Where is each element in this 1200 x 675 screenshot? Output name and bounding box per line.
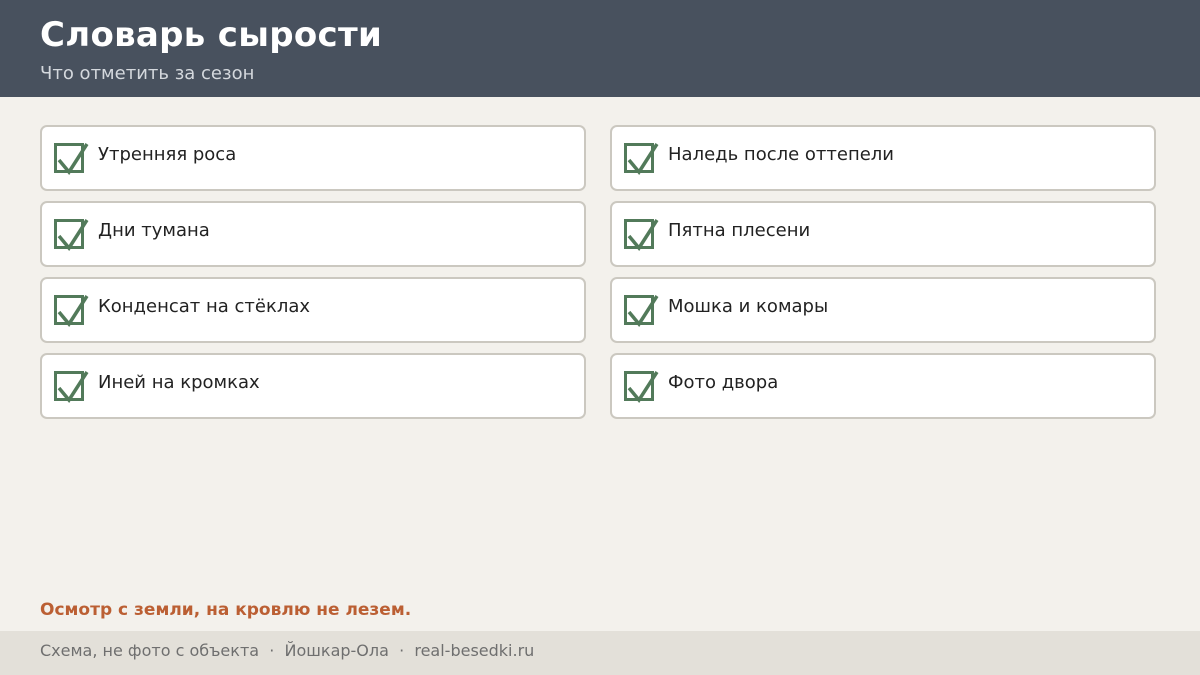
checkbox-checked[interactable] <box>624 143 659 175</box>
checkmark-icon <box>57 219 89 251</box>
checklist-item[interactable]: Дни тумана <box>40 201 586 267</box>
checklist-item[interactable]: Пятна плесени <box>610 201 1156 267</box>
checkbox-checked[interactable] <box>624 371 659 403</box>
checklist-item-label: Утренняя роса <box>98 144 237 165</box>
header: Словарь сырости Что отметить за сезон <box>0 0 1200 97</box>
checkbox-checked[interactable] <box>54 295 89 327</box>
checkmark-icon <box>627 371 659 403</box>
checkmark-icon <box>627 295 659 327</box>
footer-note: Схема, не фото с объекта <box>40 641 260 660</box>
checklist-item-label: Конденсат на стёклах <box>98 296 311 317</box>
checklist-item[interactable]: Мошка и комары <box>610 277 1156 343</box>
safety-warning: Осмотр с земли, на кровлю не лезем. <box>40 600 412 620</box>
checkbox-checked[interactable] <box>54 219 89 251</box>
checkmark-icon <box>57 295 89 327</box>
checklist-item-label: Пятна плесени <box>668 220 811 241</box>
footer-separator: · <box>399 641 405 660</box>
checklist-item[interactable]: Конденсат на стёклах <box>40 277 586 343</box>
checkbox-checked[interactable] <box>54 371 89 403</box>
checkmark-icon <box>57 143 89 175</box>
footer-city: Йошкар-Ола <box>284 641 389 660</box>
checklist-item[interactable]: Наледь после оттепели <box>610 125 1156 191</box>
footer-site-link[interactable]: real-besedki.ru <box>414 641 534 660</box>
checkmark-icon <box>627 143 659 175</box>
checkbox-checked[interactable] <box>54 143 89 175</box>
footer-text: Схема, не фото с объекта · Йошкар-Ола · … <box>40 641 534 660</box>
checklist-item-label: Фото двора <box>668 372 779 393</box>
checkbox-checked[interactable] <box>624 219 659 251</box>
checklist-item-label: Иней на кромках <box>98 372 260 393</box>
checklist-left-column: Утренняя роса Дни тумана Конденсат на ст… <box>40 125 586 429</box>
checklist-item[interactable]: Утренняя роса <box>40 125 586 191</box>
footer: Схема, не фото с объекта · Йошкар-Ола · … <box>0 631 1200 675</box>
checklist-item-label: Мошка и комары <box>668 296 829 317</box>
page-title: Словарь сырости <box>40 15 383 55</box>
checklist-item[interactable]: Иней на кромках <box>40 353 586 419</box>
checkmark-icon <box>57 371 89 403</box>
checkbox-checked[interactable] <box>624 295 659 327</box>
page-subtitle: Что отметить за сезон <box>40 63 255 84</box>
checklist-item-label: Наледь после оттепели <box>668 144 895 165</box>
checklist-right-column: Наледь после оттепели Пятна плесени Мошк… <box>610 125 1156 429</box>
checkmark-icon <box>627 219 659 251</box>
footer-separator: · <box>269 641 275 660</box>
checklist-item[interactable]: Фото двора <box>610 353 1156 419</box>
checklist-item-label: Дни тумана <box>98 220 210 241</box>
